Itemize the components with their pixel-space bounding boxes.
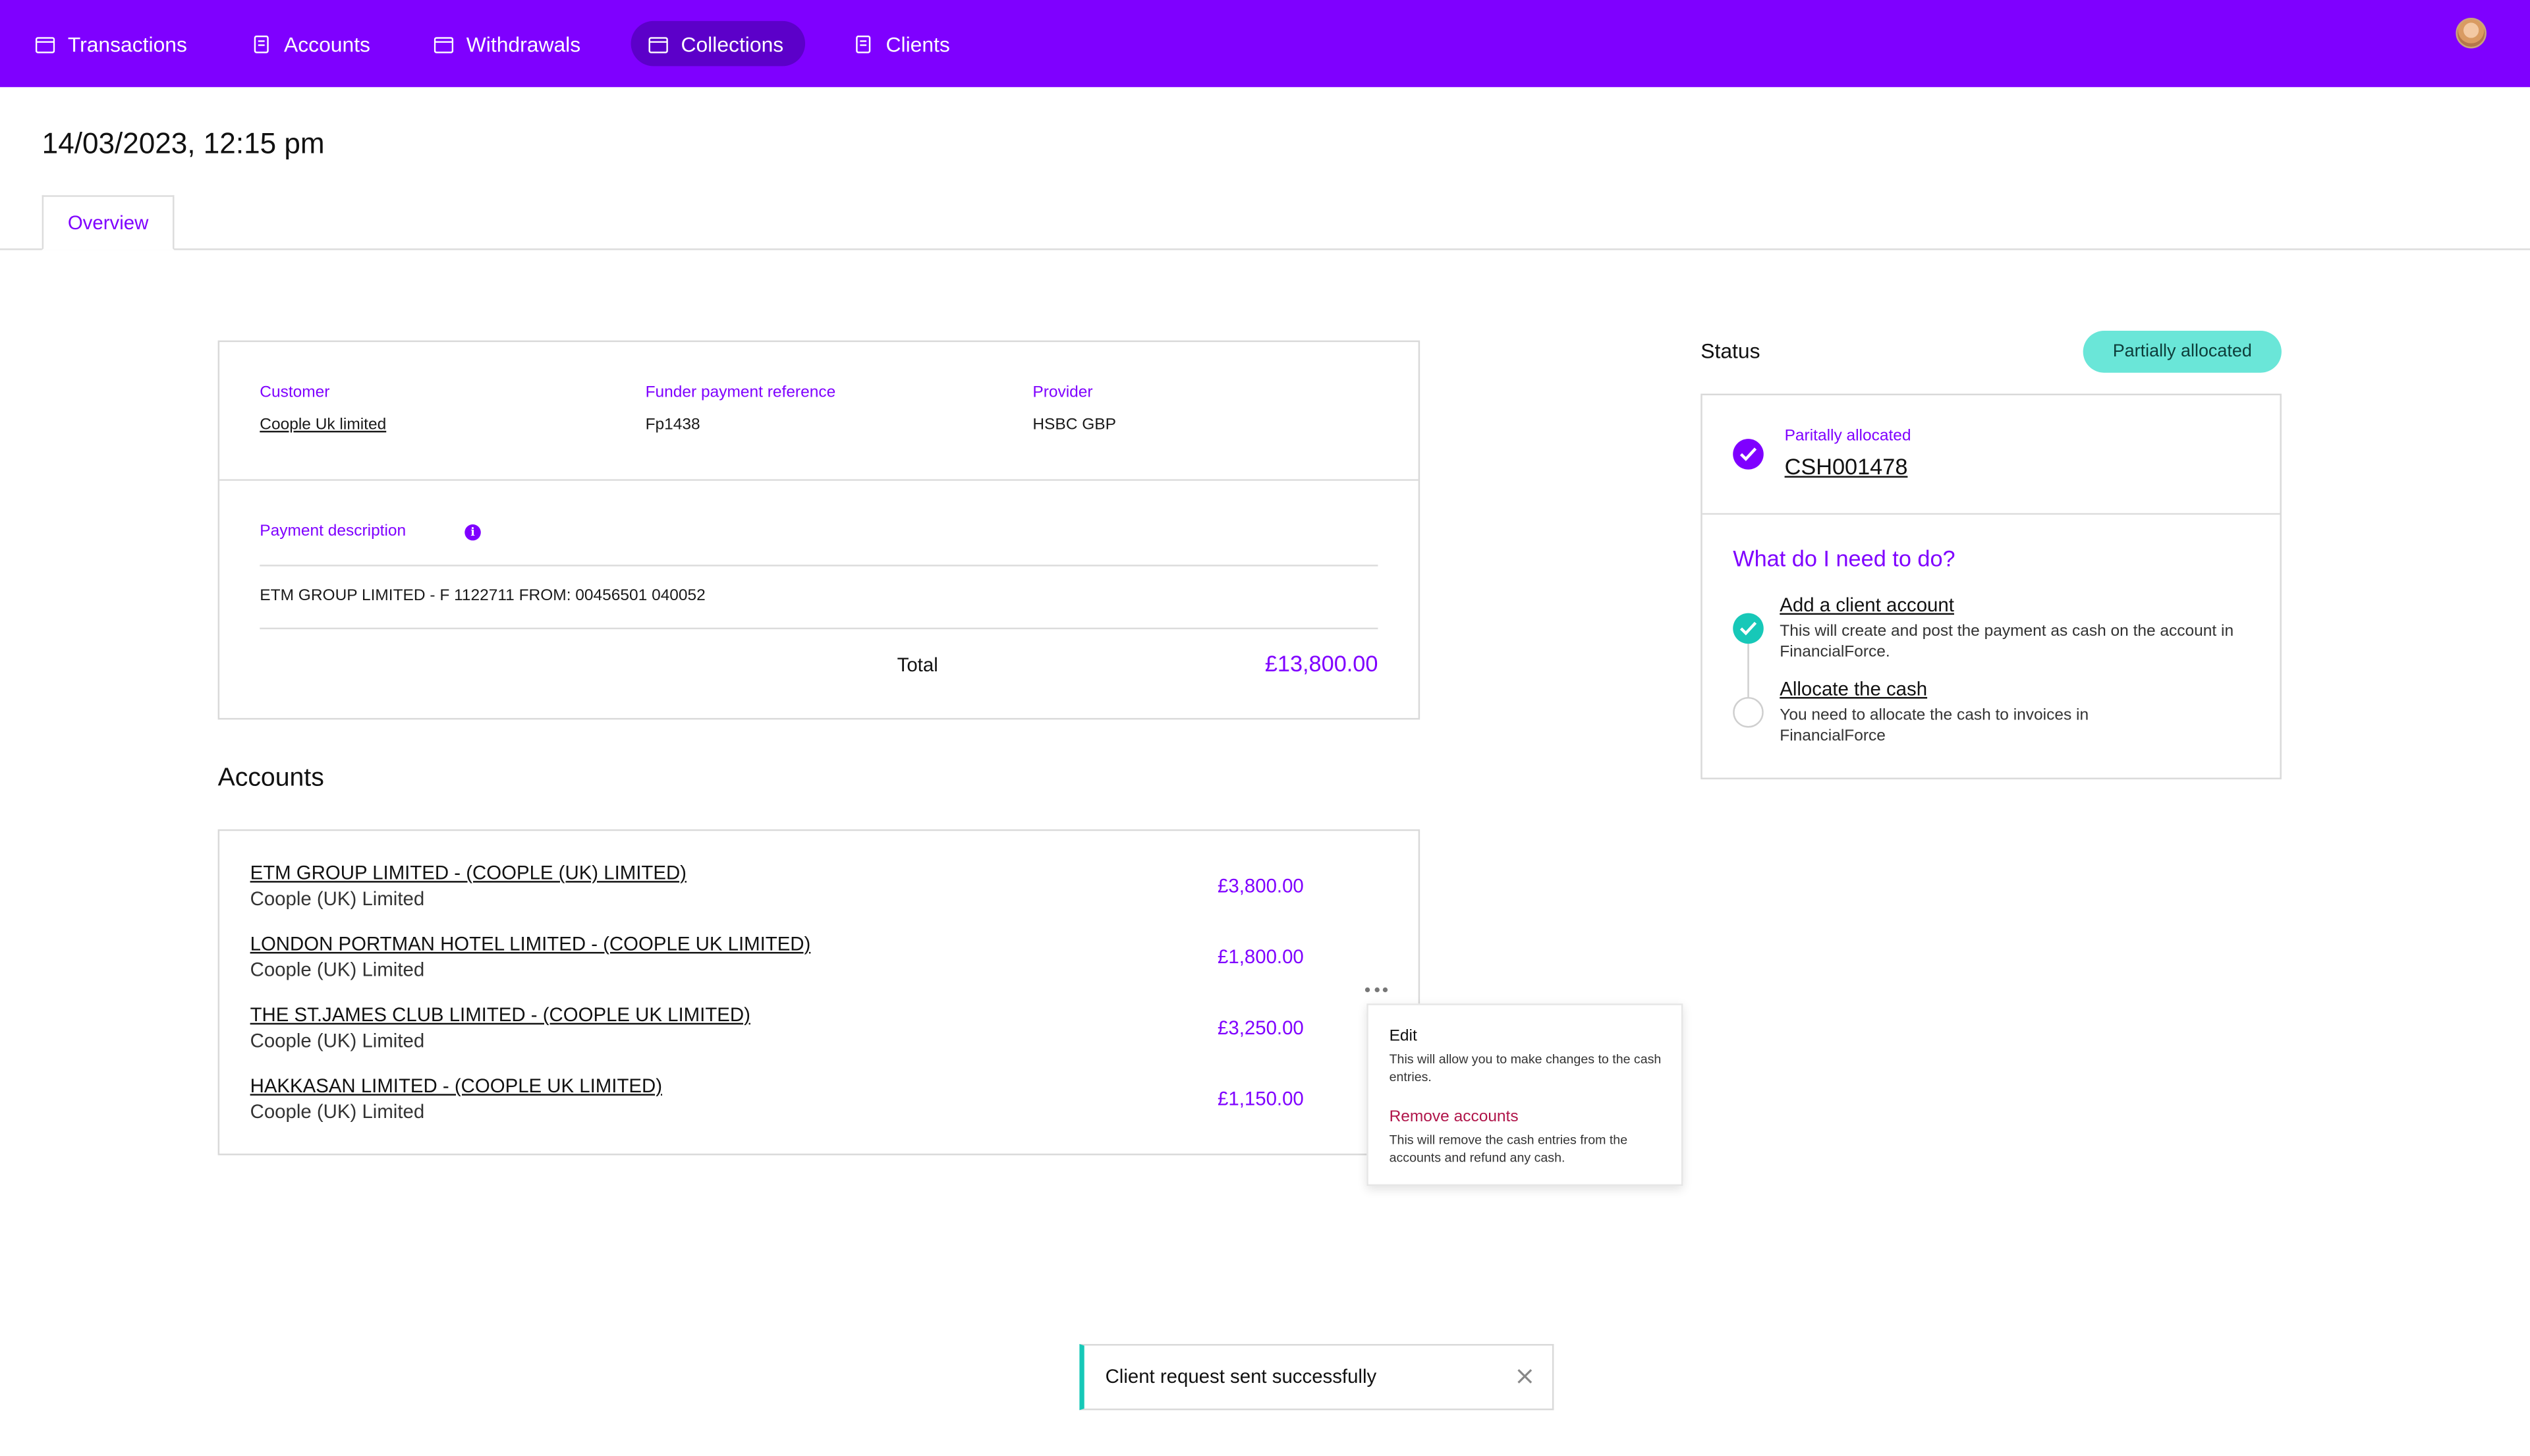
page-title: 14/03/2023, 12:15 pm (42, 127, 325, 160)
customer-label: Customer (260, 383, 330, 402)
account-amount: £3,250.00 (1218, 1016, 1304, 1040)
description-divider-bottom (260, 627, 1378, 630)
payment-description-value: ETM GROUP LIMITED - F 1122711 FROM: 0045… (260, 587, 706, 605)
payment-description-label: Payment description (260, 522, 407, 541)
nav-clients[interactable]: Clients (836, 21, 971, 67)
customer-link[interactable]: Coople Uk limited (260, 416, 386, 434)
account-name-link[interactable]: LONDON PORTMAN HOTEL LIMITED - (COOPLE U… (250, 933, 811, 955)
step-done-icon (1733, 613, 1764, 644)
tabs-divider (0, 248, 2530, 250)
step-allocate-cash[interactable]: Allocate the cash (1780, 678, 1927, 700)
toast-message: Client request sent successfully (1105, 1364, 1377, 1388)
more-options-icon[interactable] (1364, 981, 1388, 997)
user-avatar[interactable] (2456, 17, 2487, 49)
account-name-link[interactable]: THE ST.JAMES CLUB LIMITED - (COOPLE UK L… (250, 1003, 750, 1026)
description-divider-top (260, 565, 1378, 567)
nav-label: Transactions (67, 31, 187, 56)
account-name-link[interactable]: HAKKASAN LIMITED - (COOPLE UK LIMITED) (250, 1075, 662, 1097)
provider-value: HSBC GBP (1032, 416, 1116, 434)
account-client: Coople (UK) Limited (250, 1100, 425, 1123)
nav-transactions[interactable]: Transactions (18, 21, 208, 67)
funder-ref-value: Fp1438 (645, 416, 700, 434)
receipt-icon (252, 34, 271, 53)
account-amount: £3,800.00 (1218, 874, 1304, 897)
card-divider (219, 479, 1419, 481)
receipt-icon (854, 34, 873, 53)
nav-collections[interactable]: Collections (631, 20, 805, 67)
step-connector (1747, 637, 1749, 702)
nav-label: Clients (886, 31, 950, 56)
actions-menu: Edit This will allow you to make changes… (1366, 1003, 1683, 1187)
account-amount: £1,800.00 (1218, 945, 1304, 968)
account-name-link[interactable]: ETM GROUP LIMITED - (COOPLE (UK) LIMITED… (250, 862, 687, 884)
top-nav: Transactions Accounts Withdrawals Collec… (0, 0, 2530, 88)
step-add-client-account[interactable]: Add a client account (1780, 594, 1954, 616)
nav-accounts[interactable]: Accounts (234, 21, 391, 67)
wallet-icon (35, 35, 55, 53)
wallet-icon (648, 35, 668, 53)
step-add-client-account-desc: This will create and post the payment as… (1780, 623, 2234, 662)
close-icon[interactable] (1512, 1363, 1538, 1389)
step-allocate-cash-desc: You need to allocate the cash to invoice… (1780, 706, 2089, 746)
app-frame: Transactions Accounts Withdrawals Collec… (0, 0, 2530, 1455)
account-client: Coople (UK) Limited (250, 887, 425, 910)
account-client: Coople (UK) Limited (250, 1029, 425, 1052)
total-value: £13,800.00 (1264, 650, 1378, 677)
status-badge: Partially allocated (2083, 331, 2282, 373)
todo-heading: What do I need to do? (1733, 545, 1955, 571)
account-client: Coople (UK) Limited (250, 958, 425, 981)
info-icon[interactable]: i (464, 524, 481, 541)
wallet-icon (434, 35, 454, 53)
check-circle-icon (1733, 439, 1764, 470)
nav-label: Accounts (284, 31, 371, 56)
accounts-card: ETM GROUP LIMITED - (COOPLE (UK) LIMITED… (217, 829, 1420, 1156)
tab-overview[interactable]: Overview (42, 195, 175, 250)
nav-label: Withdrawals (466, 31, 581, 56)
nav-withdrawals[interactable]: Withdrawals (416, 21, 602, 67)
provider-label: Provider (1032, 383, 1093, 402)
cash-reference-link[interactable]: CSH001478 (1785, 453, 1908, 479)
status-divider (1702, 513, 2280, 515)
step-pending-icon (1733, 696, 1764, 728)
menu-item-edit-title: Edit (1389, 1028, 1417, 1046)
payment-details-card: Customer Coople Uk limited Funder paymen… (217, 340, 1420, 720)
menu-item-remove-title: Remove accounts (1389, 1108, 1519, 1127)
accounts-title: Accounts (217, 764, 324, 793)
nav-label: Collections (681, 31, 784, 56)
allocation-label: Paritally allocated (1784, 427, 1911, 445)
status-label: Status (1701, 339, 1760, 364)
funder-ref-label: Funder payment reference (645, 383, 836, 402)
total-label: Total (897, 653, 938, 677)
account-amount: £1,150.00 (1218, 1087, 1304, 1110)
toast-notification: Client request sent successfully (1079, 1344, 1554, 1411)
menu-item-remove-desc: This will remove the cash entries from t… (1389, 1133, 1628, 1165)
menu-item-edit-desc: This will allow you to make changes to t… (1389, 1051, 1662, 1084)
